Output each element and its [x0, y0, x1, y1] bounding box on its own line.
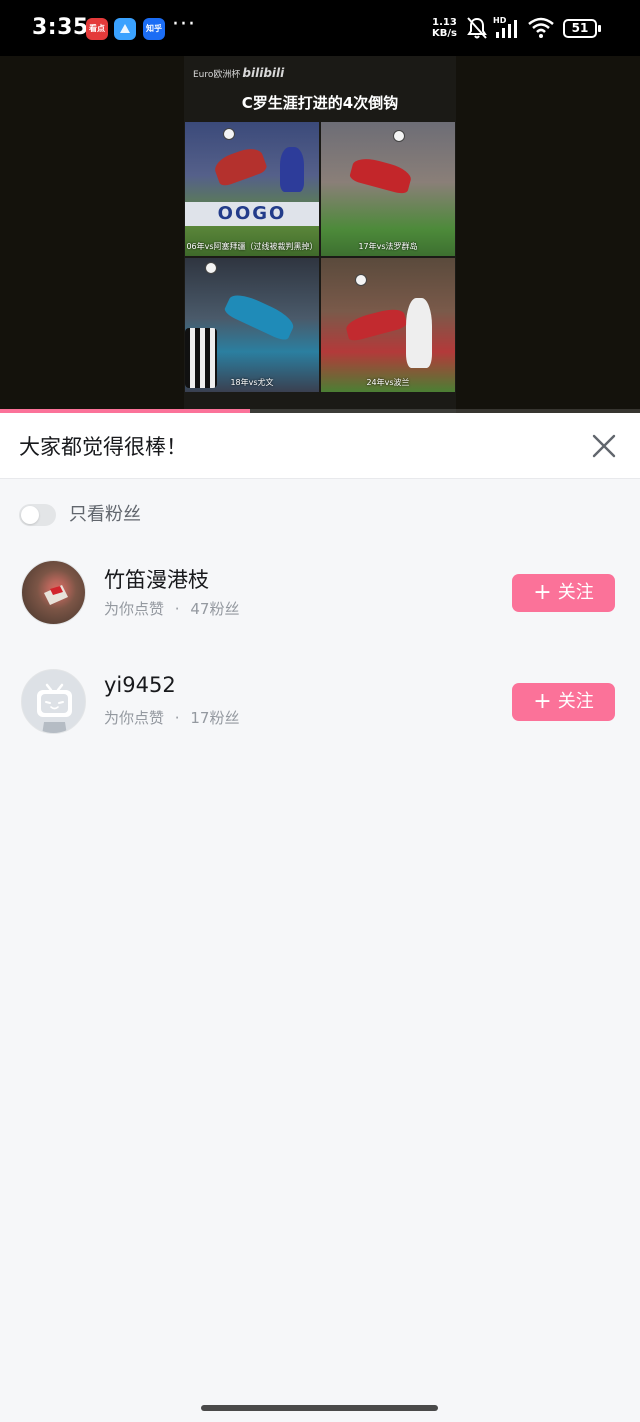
close-button[interactable] [588, 430, 620, 462]
video-panel-1: OOGO 06年vs阿塞拜疆（过线被裁判黑掉） [185, 122, 319, 256]
bilibili-logo: bilibili [242, 66, 285, 80]
close-icon [592, 434, 616, 458]
sheet-title: 大家都觉得很棒！ [19, 435, 187, 459]
video-caption: 17年vs法罗群岛 [358, 242, 418, 251]
fans-only-toggle[interactable] [19, 504, 56, 526]
video-watermark: Euro欧洲杯 bilibili [193, 66, 284, 80]
video-panel-3: 18年vs尤文 [185, 258, 319, 392]
wifi-icon [528, 17, 554, 43]
default-tv-avatar-icon [37, 683, 72, 733]
avatar-photo-icon [44, 585, 68, 605]
status-bar: 3:35 看点 知乎 ··· 1.13 KB/s HD 51 [0, 0, 640, 56]
avatar[interactable] [21, 669, 86, 734]
plus-icon: + [533, 689, 552, 714]
player-figure [222, 289, 298, 343]
player-figure [348, 154, 414, 196]
video-panel-4: 24年vs波兰 [321, 258, 455, 392]
list-item[interactable]: 竹笛漫港枝 为你点赞 · 47粉丝 + 关注 [0, 560, 640, 646]
network-speed-unit: KB/s [432, 28, 457, 39]
plus-icon: + [533, 580, 552, 605]
player-figure [211, 144, 269, 188]
video-panel-2: 17年vs法罗群岛 [321, 122, 455, 256]
likes-sheet: 大家都觉得很棒！ 只看粉丝 竹笛漫港枝 为你点赞 · 47粉丝 + 关注 yi9… [0, 413, 640, 1422]
ad-board: OOGO [185, 202, 319, 226]
player-figure [344, 305, 408, 343]
toggle-knob [21, 506, 39, 524]
network-speed: 1.13 KB/s [432, 17, 457, 39]
follow-button[interactable]: + 关注 [512, 683, 615, 721]
home-indicator[interactable] [201, 1405, 438, 1411]
follow-label: 关注 [557, 582, 594, 603]
user-meta: 为你点赞 · 17粉丝 [104, 707, 239, 728]
player-figure [280, 147, 304, 192]
video-caption: 18年vs尤文 [230, 378, 274, 387]
like-action: 为你点赞 [104, 600, 165, 618]
kandian-app-icon: 看点 [86, 18, 108, 40]
user-name[interactable]: 竹笛漫港枝 [104, 564, 209, 594]
status-time: 3:35 [32, 15, 89, 40]
more-notifications-icon: ··· [172, 12, 196, 37]
football [393, 130, 405, 142]
browser-app-icon [114, 18, 136, 40]
battery-indicator: 51 [563, 19, 601, 38]
fan-count: 17粉丝 [190, 709, 240, 727]
user-meta: 为你点赞 · 47粉丝 [104, 598, 239, 619]
fans-only-label: 只看粉丝 [69, 504, 141, 525]
follow-label: 关注 [557, 691, 594, 712]
network-speed-value: 1.13 [432, 17, 457, 28]
video-title: C罗生涯打进的4次倒钩 [241, 94, 399, 112]
euro-watermark: Euro欧洲杯 [193, 70, 241, 80]
football [205, 262, 217, 274]
football [355, 274, 367, 286]
list-item[interactable]: yi9452 为你点赞 · 17粉丝 + 关注 [0, 669, 640, 755]
meta-separator: · [174, 709, 180, 727]
like-action: 为你点赞 [104, 709, 165, 727]
user-name[interactable]: yi9452 [104, 673, 176, 697]
zhihu-app-icon: 知乎 [143, 18, 165, 40]
football [223, 128, 235, 140]
meta-separator: · [174, 600, 180, 618]
avatar[interactable] [21, 560, 86, 625]
video-player[interactable]: Euro欧洲杯 bilibili C罗生涯打进的4次倒钩 OOGO 06年vs阿塞… [0, 56, 640, 413]
video-caption: 06年vs阿塞拜疆（过线被裁判黑掉） [186, 242, 318, 251]
sheet-header: 大家都觉得很棒！ [0, 413, 640, 479]
video-caption: 24年vs波兰 [366, 378, 410, 387]
player-figure [406, 298, 432, 368]
follow-button[interactable]: + 关注 [512, 574, 615, 612]
mute-bell-icon [466, 16, 488, 44]
fan-count: 47粉丝 [190, 600, 240, 618]
